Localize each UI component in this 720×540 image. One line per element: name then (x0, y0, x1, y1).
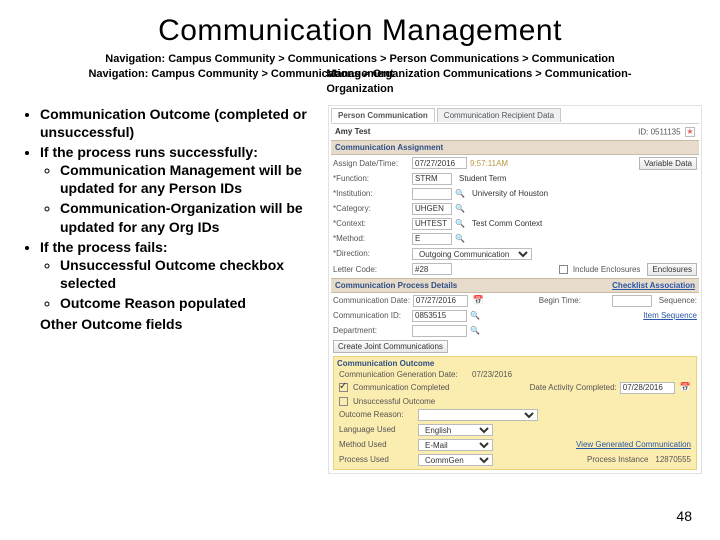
function-input[interactable] (412, 173, 452, 185)
process-used-label: Process Used (339, 455, 415, 464)
unsuccessful-checkbox[interactable] (339, 397, 348, 406)
nav-overlap: Management (326, 67, 393, 82)
include-enclosures-checkbox[interactable] (559, 265, 568, 274)
activity-date-label: Date Activity Completed: (530, 383, 617, 392)
bullet-2a: Communication Management will be updated… (60, 161, 318, 197)
lookup-icon[interactable]: 🔍 (470, 326, 480, 336)
institution-display: University of Houston (468, 189, 548, 198)
lookup-icon[interactable]: 🔍 (470, 311, 480, 321)
bullet-3a: Unsuccessful Outcome checkbox selected (60, 256, 318, 292)
completed-checkbox[interactable] (339, 383, 348, 392)
lookup-icon[interactable]: 🔍 (455, 219, 465, 229)
process-used-select[interactable]: CommGen (418, 454, 493, 466)
section-assignment-title: Communication Assignment (335, 143, 443, 152)
checklist-association-link[interactable]: Checklist Association (612, 281, 695, 290)
create-joint-button[interactable]: Create Joint Communications (333, 340, 448, 353)
function-display: Student Term (455, 174, 506, 183)
form-screenshot: Person Communication Communication Recip… (328, 105, 702, 474)
begin-time-input[interactable] (612, 295, 652, 307)
reason-select[interactable] (418, 409, 538, 421)
outcome-header: Communication Outcome (337, 359, 693, 368)
tab-recipient-data[interactable]: Communication Recipient Data (437, 108, 561, 122)
lang-used-label: Language Used (339, 425, 415, 434)
variable-data-button[interactable]: Variable Data (639, 157, 697, 170)
bullet-3b: Outcome Reason populated (60, 294, 318, 312)
method-label: *Method: (333, 234, 409, 243)
department-input[interactable] (412, 325, 467, 337)
id-value: 0511135 (651, 127, 681, 136)
activity-date-input[interactable] (620, 382, 675, 394)
lookup-icon[interactable]: 🔍 (455, 234, 465, 244)
comm-id-label: Communication ID: (333, 311, 409, 320)
method-used-select[interactable]: E-Mail (418, 439, 493, 451)
sequence-label: Sequence: (659, 296, 697, 305)
favorite-icon[interactable]: ★ (685, 127, 695, 137)
include-enclosures-label: Include Enclosures (573, 265, 641, 274)
id-label: ID: (638, 127, 648, 136)
unsuccessful-label: Unsuccessful Outcome (353, 397, 435, 406)
bullet-1: Communication Outcome (completed or unsu… (40, 105, 318, 141)
page-number: 48 (676, 508, 692, 524)
tab-person-communication[interactable]: Person Communication (331, 108, 435, 122)
function-label: *Function: (333, 174, 409, 183)
assign-time: 9:57:11AM (470, 159, 508, 168)
bullet-3: If the process fails: (40, 239, 168, 255)
nav-line-3: Organization (18, 82, 702, 97)
bullet-2b: Communication-Organization will be updat… (60, 199, 318, 235)
department-label: Department: (333, 326, 409, 335)
direction-label: *Direction: (333, 249, 409, 258)
letter-input[interactable] (412, 263, 452, 275)
calendar-icon[interactable]: 📅 (678, 382, 691, 393)
process-instance-value: 12870555 (655, 455, 691, 464)
section-process-title: Communication Process Details (335, 281, 457, 290)
page-title: Communication Management (18, 14, 702, 48)
section-process-details: Communication Process Details Checklist … (331, 278, 699, 293)
tab-row: Person Communication Communication Recip… (331, 108, 699, 124)
lookup-icon[interactable]: 🔍 (455, 204, 465, 214)
lang-used-select[interactable]: English (418, 424, 493, 436)
nav-line-1: Navigation: Campus Community > Communica… (18, 52, 702, 67)
reason-label: Outcome Reason: (339, 410, 415, 419)
assign-date-label: Assign Date/Time: (333, 159, 409, 168)
context-label: *Context: (333, 219, 409, 228)
outcome-box: Communication Outcome Communication Gene… (333, 356, 697, 470)
calendar-icon[interactable]: 📅 (471, 295, 484, 306)
view-generated-link[interactable]: View Generated Communication (576, 440, 691, 449)
item-sequence-link[interactable]: Item Sequence (643, 311, 697, 320)
context-input[interactable] (412, 218, 452, 230)
category-input[interactable] (412, 203, 452, 215)
section-assignment: Communication Assignment (331, 140, 699, 155)
comm-date-label: Communication Date: (333, 296, 410, 305)
comm-id-input[interactable] (412, 310, 467, 322)
gen-date-label: Communication Generation Date: (339, 370, 469, 379)
institution-input[interactable] (412, 188, 452, 200)
method-input[interactable] (412, 233, 452, 245)
direction-select[interactable]: Outgoing Communication (412, 248, 532, 260)
completed-label: Communication Completed (353, 383, 450, 392)
letter-label: Letter Code: (333, 265, 409, 274)
enclosures-button[interactable]: Enclosures (647, 263, 697, 276)
bullet-3-tail: Other Outcome fields (40, 316, 182, 332)
context-display: Test Comm Context (468, 219, 542, 228)
gen-date-value: 07/23/2016 (472, 370, 512, 379)
category-label: *Category: (333, 204, 409, 213)
lookup-icon[interactable]: 🔍 (455, 189, 465, 199)
method-used-label: Method Used (339, 440, 415, 449)
comm-date-input[interactable] (413, 295, 468, 307)
process-instance-label: Process Instance (587, 455, 648, 464)
institution-label: *Institution: (333, 189, 409, 198)
breadcrumb: Navigation: Campus Community > Communica… (18, 52, 702, 97)
assign-date-input[interactable] (412, 157, 467, 169)
person-name: Amy Test (335, 127, 370, 136)
bullet-list: Communication Outcome (completed or unsu… (18, 105, 318, 474)
bullet-2: If the process runs successfully: (40, 144, 258, 160)
begin-time-label: Begin Time: (539, 296, 609, 305)
